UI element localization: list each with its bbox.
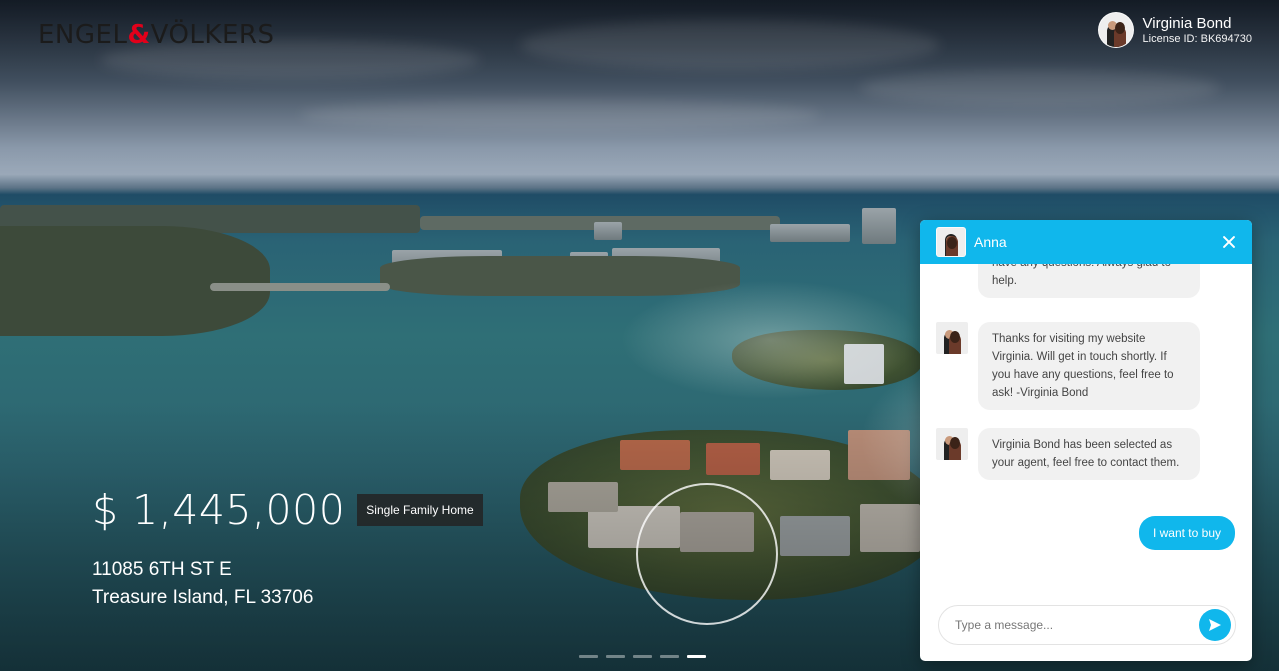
send-arrow-icon <box>1209 619 1221 631</box>
carousel-indicators <box>579 655 706 658</box>
address-line-1: 11085 6TH ST E <box>92 559 232 580</box>
listing-address: 11085 6TH ST E Treasure Island, FL 33706 <box>92 556 313 612</box>
chat-header: Anna <box>920 220 1252 264</box>
chat-widget: Anna have any questions! Always glad to … <box>920 220 1252 661</box>
chat-message: Thanks for visiting my website Virginia.… <box>936 322 1200 410</box>
property-highlight-circle <box>636 483 778 625</box>
agent-profile[interactable]: Virginia Bond License ID: BK694730 <box>1097 12 1252 48</box>
message-input[interactable] <box>955 618 1199 632</box>
carousel-dot[interactable] <box>633 655 652 658</box>
address-line-2: Treasure Island, FL 33706 <box>92 587 314 608</box>
send-button[interactable] <box>1199 609 1231 641</box>
message-composer <box>938 605 1236 645</box>
chat-messages[interactable]: have any questions! Always glad to help.… <box>920 264 1252 599</box>
brand-logo[interactable]: ENGEL&VÖLKERS <box>38 20 274 50</box>
message-avatar-icon <box>936 428 968 460</box>
chat-message: Virginia Bond has been selected as your … <box>936 428 1200 480</box>
message-avatar-icon <box>936 322 968 354</box>
chat-bubble: Virginia Bond has been selected as your … <box>978 428 1200 480</box>
chat-message: have any questions! Always glad to help. <box>936 264 1200 298</box>
property-type-badge: Single Family Home <box>357 494 483 526</box>
chat-agent-avatar-icon <box>936 227 966 257</box>
chat-bubble: Thanks for visiting my website Virginia.… <box>978 322 1200 410</box>
chat-title: Anna <box>974 234 1007 250</box>
carousel-dot[interactable] <box>660 655 679 658</box>
carousel-dot[interactable] <box>579 655 598 658</box>
brand-logo-ampersand: & <box>127 20 151 50</box>
carousel-dot-active[interactable] <box>687 655 706 658</box>
agent-name: Virginia Bond <box>1142 14 1232 32</box>
chat-bubble: have any questions! Always glad to help. <box>978 264 1200 298</box>
agent-license: License ID: BK694730 <box>1142 32 1252 45</box>
brand-logo-right: VÖLKERS <box>150 20 275 50</box>
carousel-dot[interactable] <box>606 655 625 658</box>
user-chat-bubble: I want to buy <box>1138 516 1235 550</box>
listing-price-row: $ 1,445,000 Single Family Home <box>92 486 483 534</box>
agent-avatar-icon <box>1097 12 1134 48</box>
brand-logo-left: ENGEL <box>38 20 128 50</box>
listing-price: $ 1,445,000 <box>92 486 346 534</box>
close-icon[interactable] <box>1218 231 1240 253</box>
